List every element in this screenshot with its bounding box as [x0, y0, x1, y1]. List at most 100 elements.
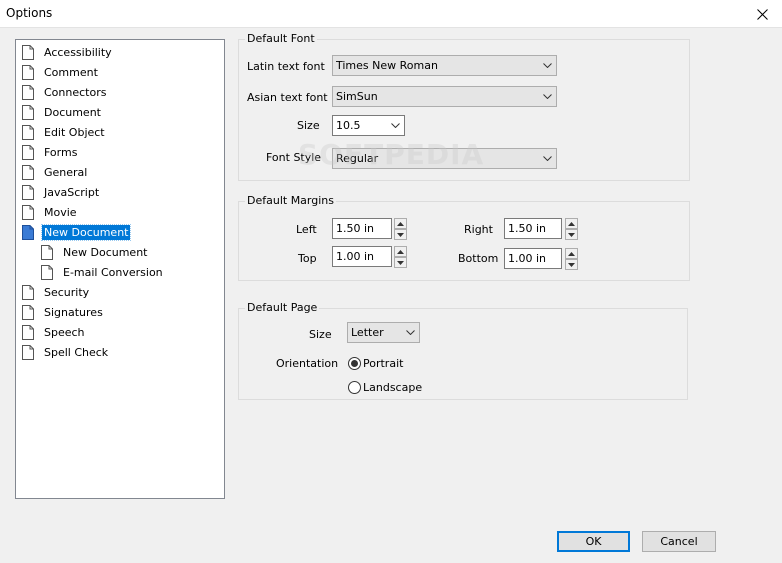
- tree-item-signatures[interactable]: Signatures: [22, 303, 105, 321]
- watermark: SOFTPEDIA: [298, 138, 485, 171]
- tree-item-label: Movie: [44, 205, 77, 219]
- document-icon: [22, 144, 34, 160]
- document-icon: [22, 164, 34, 180]
- tree-item-label: New Document: [63, 245, 148, 259]
- document-icon: [22, 204, 34, 220]
- latin-font-label: Latin text font: [247, 60, 325, 73]
- tree-item-document[interactable]: Document: [22, 103, 103, 121]
- tree-item-label: Comment: [44, 65, 98, 79]
- document-icon: [22, 184, 34, 200]
- cancel-button[interactable]: Cancel: [642, 531, 716, 552]
- document-icon: [22, 224, 34, 240]
- document-icon: [22, 324, 34, 340]
- tree-item-label: General: [44, 165, 88, 179]
- tree-item-label: Security: [44, 285, 90, 299]
- margin-bottom-input[interactable]: 1.00 in: [504, 248, 562, 269]
- tree-item-label: Forms: [44, 145, 78, 159]
- margin-top-up-button[interactable]: [394, 246, 407, 257]
- portrait-label: Portrait: [363, 357, 404, 370]
- default-page-title: Default Page: [245, 301, 320, 314]
- tree-item-label: E-mail Conversion: [63, 265, 163, 279]
- margin-bottom-value: 1.00 in: [508, 252, 547, 265]
- tree-item-comment[interactable]: Comment: [22, 63, 100, 81]
- ok-button[interactable]: OK: [557, 531, 630, 552]
- font-size-label: Size: [297, 119, 320, 132]
- chevron-down-icon: [386, 116, 404, 135]
- radio-circle: [348, 357, 361, 370]
- radio-circle: [348, 381, 361, 394]
- arrow-up-icon: [397, 221, 404, 226]
- margin-left-up-button[interactable]: [394, 218, 407, 229]
- document-icon: [22, 344, 34, 360]
- tree-item-new-document[interactable]: New Document: [22, 223, 132, 241]
- asian-font-select[interactable]: SimSun: [332, 86, 557, 107]
- asian-font-label: Asian text font: [247, 91, 328, 104]
- document-icon: [22, 284, 34, 300]
- arrow-up-icon: [568, 221, 575, 226]
- default-font-title: Default Font: [245, 32, 317, 45]
- document-icon: [41, 244, 53, 260]
- tree-item-connectors[interactable]: Connectors: [22, 83, 108, 101]
- margin-bottom-down-button[interactable]: [565, 259, 578, 270]
- margin-top-label: Top: [298, 252, 317, 265]
- title-bar: Options: [0, 0, 782, 28]
- default-margins-title: Default Margins: [245, 194, 336, 207]
- tree-item-label: Connectors: [44, 85, 107, 99]
- portrait-radio[interactable]: Portrait: [348, 357, 403, 370]
- margin-bottom-up-button[interactable]: [565, 248, 578, 259]
- page-size-value: Letter: [351, 326, 384, 339]
- margin-top-input[interactable]: 1.00 in: [332, 246, 392, 267]
- tree-item-new-document-child[interactable]: New Document: [41, 243, 149, 261]
- tree-item-accessibility[interactable]: Accessibility: [22, 43, 114, 61]
- tree-item-movie[interactable]: Movie: [22, 203, 79, 221]
- document-icon: [22, 44, 34, 60]
- window-title: Options: [6, 6, 53, 20]
- document-icon: [22, 84, 34, 100]
- margin-right-down-button[interactable]: [565, 229, 578, 240]
- margin-left-input[interactable]: 1.50 in: [332, 218, 392, 239]
- tree-item-label: Accessibility: [44, 45, 112, 59]
- tree-item-spell-check[interactable]: Spell Check: [22, 343, 110, 361]
- margin-right-up-button[interactable]: [565, 218, 578, 229]
- font-size-select[interactable]: 10.5: [332, 115, 405, 136]
- chevron-down-icon: [538, 87, 556, 106]
- options-category-tree[interactable]: Accessibility Comment Connectors Documen…: [15, 39, 225, 499]
- landscape-label: Landscape: [363, 381, 423, 394]
- chevron-down-icon: [538, 149, 556, 168]
- margin-bottom-label: Bottom: [458, 252, 499, 265]
- tree-item-label: Speech: [44, 325, 85, 339]
- tree-item-email-conversion[interactable]: E-mail Conversion: [41, 263, 165, 281]
- document-icon: [22, 64, 34, 80]
- margin-right-label: Right: [464, 223, 493, 236]
- close-button[interactable]: [742, 0, 782, 28]
- tree-item-label: Edit Object: [44, 125, 105, 139]
- tree-item-speech[interactable]: Speech: [22, 323, 87, 341]
- margin-left-down-button[interactable]: [394, 229, 407, 240]
- document-icon: [22, 124, 34, 140]
- document-icon: [22, 104, 34, 120]
- arrow-up-icon: [397, 249, 404, 254]
- close-icon: [756, 8, 768, 20]
- margin-top-down-button[interactable]: [394, 257, 407, 268]
- margin-left-label: Left: [296, 223, 317, 236]
- tree-item-general[interactable]: General: [22, 163, 89, 181]
- tree-item-forms[interactable]: Forms: [22, 143, 79, 161]
- tree-item-security[interactable]: Security: [22, 283, 91, 301]
- margin-right-input[interactable]: 1.50 in: [504, 218, 562, 239]
- font-size-value: 10.5: [336, 119, 361, 132]
- chevron-down-icon: [538, 56, 556, 75]
- margin-right-value: 1.50 in: [508, 222, 547, 235]
- tree-item-javascript[interactable]: JavaScript: [22, 183, 101, 201]
- margin-top-value: 1.00 in: [336, 250, 375, 263]
- orientation-label: Orientation: [276, 357, 339, 370]
- tree-item-label: Signatures: [44, 305, 103, 319]
- tree-item-label: Spell Check: [44, 345, 109, 359]
- page-size-select[interactable]: Letter: [347, 322, 420, 343]
- default-margins-group: Default Margins Left 1.50 in Right 1.50 …: [238, 194, 690, 281]
- latin-font-select[interactable]: Times New Roman: [332, 55, 557, 76]
- tree-item-edit-object[interactable]: Edit Object: [22, 123, 107, 141]
- arrow-down-icon: [397, 260, 404, 265]
- page-size-label: Size: [309, 328, 332, 341]
- margin-left-value: 1.50 in: [336, 222, 375, 235]
- landscape-radio[interactable]: Landscape: [348, 381, 422, 394]
